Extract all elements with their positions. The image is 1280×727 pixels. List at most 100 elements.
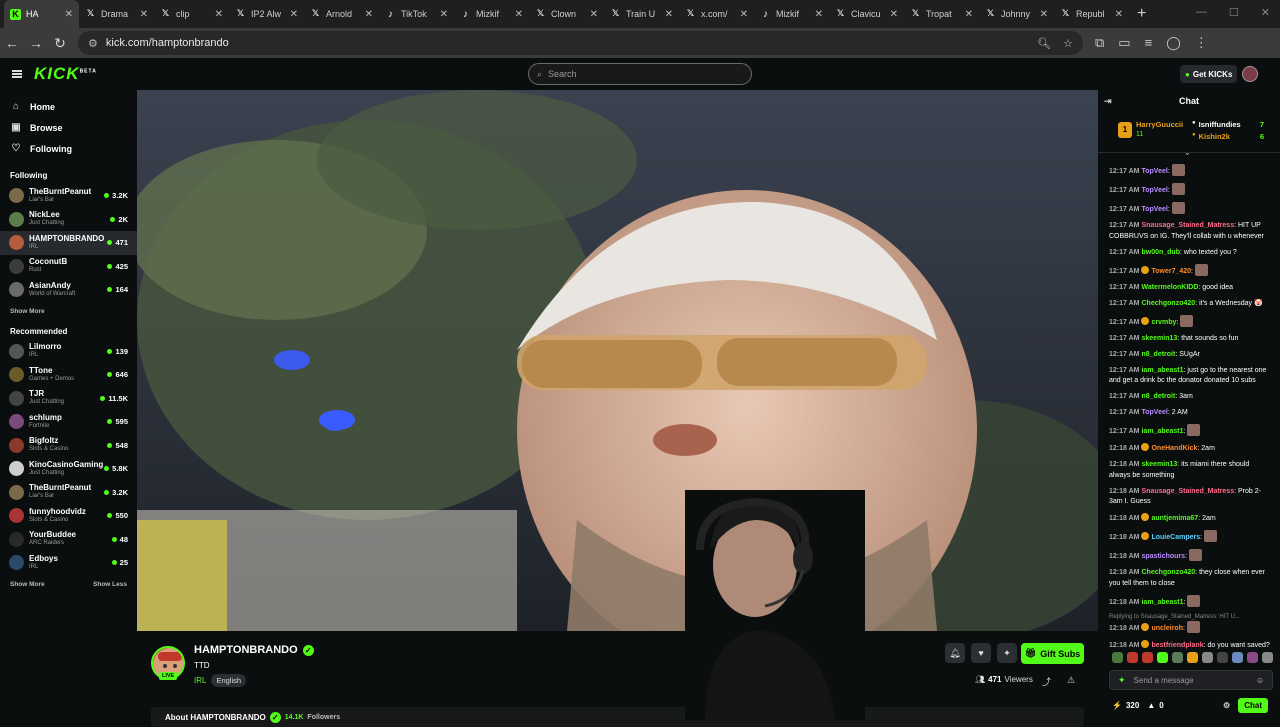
- sidebar-channel[interactable]: AsianAndy World of Warcraft 164: [0, 278, 137, 302]
- browser-tab[interactable]: 𝕏 Tropat ✕: [904, 0, 979, 28]
- tab-close-icon[interactable]: ✕: [215, 9, 223, 20]
- tab-close-icon[interactable]: ✕: [365, 9, 373, 20]
- get-kicks-button[interactable]: ● Get KICKs: [1180, 65, 1238, 83]
- sparkle-icon[interactable]: ✦: [1118, 675, 1126, 686]
- quick-emote-icon[interactable]: [1127, 652, 1138, 663]
- quick-emote-icon[interactable]: [1112, 652, 1123, 663]
- chat-input[interactable]: ✦ Send a message ☺: [1109, 670, 1273, 690]
- browser-tab[interactable]: 𝕏 IP2 Alw ✕: [229, 0, 304, 28]
- message-username[interactable]: n8_detroit: [1141, 393, 1175, 400]
- close-window-icon[interactable]: ✕: [1261, 6, 1270, 19]
- message-username[interactable]: Snausage_Stained_Matress: [1141, 222, 1234, 229]
- hamburger-menu-icon[interactable]: [12, 70, 22, 78]
- message-username[interactable]: skeemin13: [1141, 461, 1177, 468]
- message-username[interactable]: iam_abeast1: [1141, 367, 1183, 374]
- sidebar-channel[interactable]: KinoCasinoGaming Just Chatting 5.8K: [0, 457, 137, 481]
- gift-subs-button[interactable]: 🎁︎ Gift Subs: [1021, 643, 1084, 664]
- quick-emote-icon[interactable]: [1157, 652, 1168, 663]
- sidebar-channel[interactable]: TJR Just Chatting 11.5K: [0, 387, 137, 411]
- bookmark-star-icon[interactable]: ☆: [1063, 37, 1073, 50]
- show-more-following[interactable]: Show More: [10, 308, 45, 315]
- browser-tab[interactable]: 𝕏 Train U ✕: [604, 0, 679, 28]
- message-username[interactable]: spastichours: [1141, 553, 1185, 560]
- quick-emote-icon[interactable]: [1172, 652, 1183, 663]
- message-username[interactable]: LouieCampers: [1151, 534, 1200, 541]
- message-username[interactable]: uncleiroh: [1151, 625, 1183, 632]
- back-icon[interactable]: ←: [0, 35, 24, 51]
- sidebar-channel[interactable]: TheBurntPeanut Liar's Bar 3.2K: [0, 481, 137, 505]
- streamer-name[interactable]: HAMPTONBRANDO: [194, 644, 298, 656]
- sidebar-channel[interactable]: YourBuddee ARC Raiders 48: [0, 528, 137, 552]
- message-username[interactable]: TopVeel: [1141, 187, 1167, 194]
- profile-icon[interactable]: ◯: [1166, 35, 1181, 51]
- kicks-balance[interactable]: 320: [1126, 701, 1139, 710]
- search-input[interactable]: ⌕ Search: [528, 63, 752, 85]
- quick-emote-icon[interactable]: [1247, 652, 1258, 663]
- chat-send-button[interactable]: Chat: [1238, 698, 1268, 713]
- sidebar-channel[interactable]: Edboys IRL 25: [0, 551, 137, 575]
- message-username[interactable]: Chechgonzo420: [1141, 569, 1195, 576]
- maximize-icon[interactable]: ☐: [1229, 6, 1239, 19]
- tab-close-icon[interactable]: ✕: [290, 9, 298, 20]
- minimize-icon[interactable]: —: [1196, 6, 1207, 19]
- extensions-icon[interactable]: ⧉: [1095, 35, 1104, 51]
- message-username[interactable]: iam_abeast1: [1141, 428, 1183, 435]
- sidebar-nav-home[interactable]: ⌂ Home: [0, 96, 137, 117]
- browser-tab[interactable]: 𝕏 Clown ✕: [529, 0, 604, 28]
- browser-tab[interactable]: ♪ Mizkif ✕: [454, 0, 529, 28]
- message-username[interactable]: TopVeel: [1141, 409, 1167, 416]
- message-username[interactable]: crvmby: [1151, 319, 1176, 326]
- browser-tab[interactable]: 𝕏x.com/ ✕: [679, 0, 754, 28]
- sidebar-channel[interactable]: funnyhoodvidz Slots & Casino 550: [0, 504, 137, 528]
- browser-tab[interactable]: ♪ TikTok ✕: [379, 0, 454, 28]
- tab-close-icon[interactable]: ✕: [590, 9, 598, 20]
- quick-emote-icon[interactable]: [1142, 652, 1153, 663]
- user-avatar[interactable]: [1242, 66, 1258, 82]
- show-less-recommended[interactable]: Show Less: [93, 581, 127, 588]
- message-username[interactable]: bestfriendplank: [1151, 642, 1203, 649]
- new-tab-icon[interactable]: +: [1137, 5, 1146, 23]
- browser-tab[interactable]: 𝕏 Drama ✕: [79, 0, 154, 28]
- message-username[interactable]: Snausage_Stained_Matress: [1141, 488, 1234, 495]
- leaderboard-row[interactable]: ● Isniffundies 7: [1192, 120, 1264, 129]
- rewards-count[interactable]: 0: [1159, 701, 1163, 710]
- tab-close-icon[interactable]: ✕: [65, 9, 73, 20]
- tab-close-icon[interactable]: ✕: [515, 9, 523, 20]
- chat-settings-icon[interactable]: ⚙: [1223, 701, 1230, 710]
- tab-close-icon[interactable]: ✕: [1115, 9, 1123, 20]
- leaderboard-row[interactable]: ● Kishin2k 6: [1192, 132, 1264, 141]
- quick-emote-icon[interactable]: [1232, 652, 1243, 663]
- message-username[interactable]: TopVeel: [1141, 168, 1167, 175]
- browser-tab[interactable]: 𝕏 Republ ✕: [1054, 0, 1129, 28]
- notification-bell-button[interactable]: 🔔︎: [945, 643, 965, 663]
- quick-emote-icon[interactable]: [1202, 652, 1213, 663]
- quick-emote-icon[interactable]: [1217, 652, 1228, 663]
- message-username[interactable]: auntjemima67: [1151, 515, 1198, 522]
- site-info-icon[interactable]: ⚙: [88, 37, 98, 50]
- message-username[interactable]: skeemin13: [1141, 335, 1177, 342]
- cast-icon[interactable]: ▭: [1118, 35, 1130, 51]
- address-bar[interactable]: ⚙ kick.com/hamptonbrando 🔍︎ ☆: [78, 31, 1083, 55]
- browser-tab[interactable]: K HA ✕: [4, 0, 79, 28]
- media-icon[interactable]: ≡: [1145, 35, 1153, 51]
- follow-button[interactable]: ♥: [971, 643, 991, 663]
- message-username[interactable]: WatermelonKIDD: [1141, 284, 1198, 291]
- extras-button[interactable]: ✦: [997, 643, 1017, 663]
- share-icon[interactable]: ⤴: [1042, 675, 1051, 688]
- tab-close-icon[interactable]: ✕: [1040, 9, 1048, 20]
- browser-tab[interactable]: ♪ Mizkif ✕: [754, 0, 829, 28]
- emoji-picker-icon[interactable]: ☺: [1256, 676, 1264, 685]
- menu-icon[interactable]: ⋮: [1195, 35, 1208, 51]
- sidebar-channel[interactable]: Bigfoltz Slots & Casino 548: [0, 434, 137, 458]
- browser-tab[interactable]: 𝕏 Clavicu ✕: [829, 0, 904, 28]
- message-username[interactable]: n8_detroit: [1141, 351, 1175, 358]
- tab-close-icon[interactable]: ✕: [140, 9, 148, 20]
- leaderboard-top-name[interactable]: HarryGuuccii: [1136, 120, 1183, 129]
- sidebar-nav-following[interactable]: ♡ Following: [0, 138, 137, 159]
- browser-tab[interactable]: 𝕏 Arnold ✕: [304, 0, 379, 28]
- category-link[interactable]: IRL: [194, 676, 206, 685]
- sidebar-channel[interactable]: Lilmorro IRL 139: [0, 340, 137, 364]
- message-username[interactable]: TopVeel: [1141, 206, 1167, 213]
- tab-close-icon[interactable]: ✕: [740, 9, 748, 20]
- sidebar-channel[interactable]: TheBurntPeanut Liar's Bar 3.2K: [0, 184, 137, 208]
